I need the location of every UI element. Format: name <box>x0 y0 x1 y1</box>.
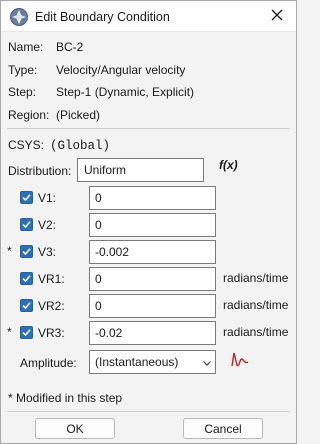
v2-checkbox[interactable] <box>20 218 33 231</box>
amplitude-graph-icon[interactable] <box>230 350 250 370</box>
region-label: Region: <box>8 108 50 122</box>
title-bar[interactable]: Edit Boundary Condition <box>1 1 296 32</box>
chevron-down-icon <box>202 357 212 367</box>
divider <box>7 411 290 412</box>
csys-label: CSYS: <box>8 138 45 152</box>
vr2-field[interactable]: 0 <box>89 294 216 318</box>
v2-label: V2: <box>38 218 57 232</box>
name-label: Name: <box>8 40 44 54</box>
divider <box>7 128 290 129</box>
v3-label: V3: <box>38 245 57 259</box>
cancel-button[interactable]: Cancel <box>183 418 263 439</box>
vr3-checkbox[interactable] <box>20 326 33 339</box>
type-value: Velocity/Angular velocity <box>56 63 186 77</box>
step-label: Step: <box>8 85 37 99</box>
vr3-label: VR3: <box>38 326 65 340</box>
vr3-unit: radians/time <box>223 325 289 339</box>
v1-checkbox[interactable] <box>20 191 33 204</box>
check-icon <box>22 194 31 202</box>
v1-field[interactable]: 0 <box>89 186 216 210</box>
modified-footnote: * Modified in this step <box>8 391 123 405</box>
v1-label: V1: <box>38 191 57 205</box>
amplitude-select[interactable]: (Instantaneous) <box>89 350 216 374</box>
distribution-label: Distribution: <box>8 164 72 178</box>
amplitude-value: (Instantaneous) <box>95 355 179 369</box>
modified-mark: * <box>7 244 12 258</box>
check-icon <box>22 302 31 310</box>
vr2-checkbox[interactable] <box>20 299 33 312</box>
close-icon <box>271 9 283 24</box>
vr1-unit: radians/time <box>223 271 289 285</box>
vr1-checkbox[interactable] <box>20 272 33 285</box>
function-button[interactable]: f(x) <box>219 158 238 172</box>
check-icon <box>22 221 31 229</box>
vr3-field[interactable]: -0.02 <box>89 321 216 345</box>
amplitude-label: Amplitude: <box>20 356 77 370</box>
v3-field[interactable]: -0.002 <box>89 240 216 264</box>
check-icon <box>22 329 31 337</box>
vr2-label: VR2: <box>38 299 65 313</box>
check-icon <box>22 275 31 283</box>
close-button[interactable] <box>264 4 290 28</box>
modified-mark: * <box>7 325 12 339</box>
ok-button[interactable]: OK <box>35 418 115 439</box>
vr1-field[interactable]: 0 <box>89 267 216 291</box>
vr2-unit: radians/time <box>223 298 289 312</box>
csys-value: (Global) <box>50 139 111 153</box>
v2-field[interactable]: 0 <box>89 213 216 237</box>
step-value: Step-1 (Dynamic, Explicit) <box>56 85 195 99</box>
edit-boundary-condition-dialog: Edit Boundary Condition Name: BC-2 Type:… <box>0 0 297 444</box>
check-icon <box>22 248 31 256</box>
type-label: Type: <box>8 63 38 77</box>
region-value: (Picked) <box>56 108 101 122</box>
abaqus-app-icon <box>9 7 29 27</box>
name-value: BC-2 <box>56 40 84 54</box>
csys: CSYS: (Global) <box>8 138 110 153</box>
vr1-label: VR1: <box>38 272 65 286</box>
v3-checkbox[interactable] <box>20 245 33 258</box>
distribution-field[interactable]: Uniform <box>77 158 204 182</box>
window-title: Edit Boundary Condition <box>35 10 170 24</box>
